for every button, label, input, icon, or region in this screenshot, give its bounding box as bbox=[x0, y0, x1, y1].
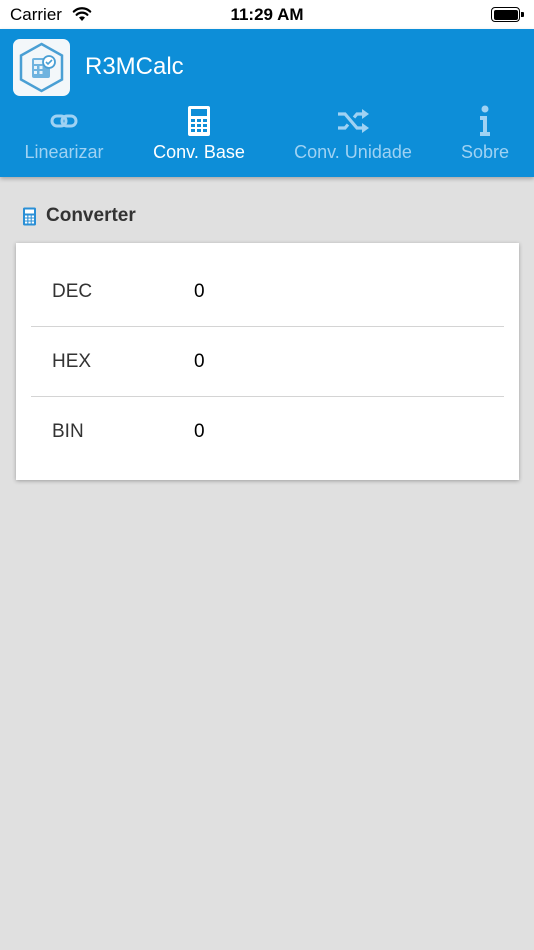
hex-input[interactable]: 0 bbox=[194, 327, 205, 397]
status-bar: Carrier 11:29 AM bbox=[0, 0, 534, 29]
bin-input[interactable]: 0 bbox=[194, 397, 205, 467]
tab-label: Conv. Unidade bbox=[294, 142, 412, 162]
info-icon bbox=[450, 105, 520, 137]
tab-sobre[interactable]: Sobre bbox=[450, 101, 520, 171]
shuffle-icon bbox=[285, 105, 421, 137]
app-title: R3MCalc bbox=[85, 53, 184, 80]
row-label: HEX bbox=[52, 351, 92, 372]
converter-row-hex[interactable]: HEX 0 bbox=[31, 327, 504, 397]
tab-linearizar[interactable]: Linearizar bbox=[0, 101, 128, 171]
battery-icon bbox=[491, 7, 524, 22]
calculator-icon bbox=[138, 105, 260, 137]
tab-label: Linearizar bbox=[24, 142, 104, 162]
tab-conv-unidade[interactable]: Conv. Unidade bbox=[285, 101, 421, 171]
converter-card: DEC 0 HEX 0 BIN 0 bbox=[16, 243, 519, 480]
app-logo-icon bbox=[13, 39, 70, 96]
converter-row-dec[interactable]: DEC 0 bbox=[31, 257, 504, 327]
tab-bar: Linearizar Conv. Base Conv. Unidade Sobr… bbox=[0, 101, 534, 171]
dec-input[interactable]: 0 bbox=[194, 257, 205, 327]
section-title-text: Converter bbox=[46, 205, 136, 226]
section-title: Converter bbox=[22, 204, 136, 228]
clock: 11:29 AM bbox=[230, 5, 304, 24]
calculator-icon bbox=[22, 207, 38, 226]
row-label: DEC bbox=[52, 281, 93, 302]
row-label: BIN bbox=[52, 421, 84, 442]
tab-conv-base[interactable]: Conv. Base bbox=[138, 101, 260, 171]
link-icon bbox=[0, 105, 128, 137]
app-header: R3MCalc Linearizar Conv. Base Conv. Unid… bbox=[0, 29, 534, 177]
converter-row-bin[interactable]: BIN 0 bbox=[31, 397, 504, 467]
tab-label: Sobre bbox=[460, 142, 510, 162]
tab-label: Conv. Base bbox=[153, 142, 245, 162]
